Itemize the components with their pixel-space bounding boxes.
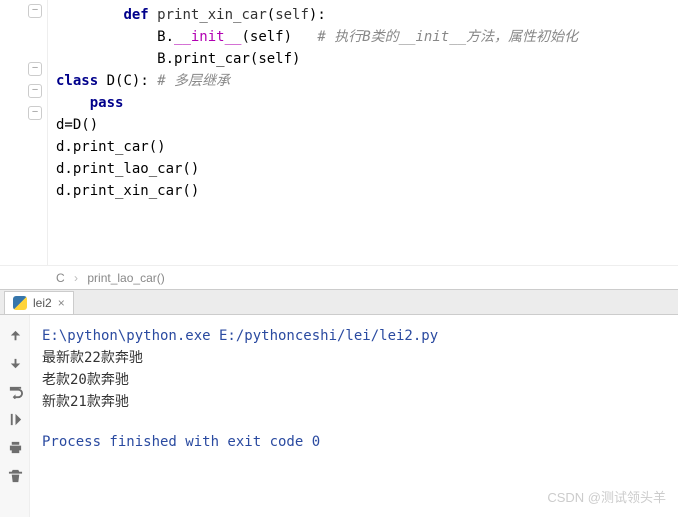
run-tab[interactable]: lei2 ×: [4, 291, 74, 314]
code-editor[interactable]: − − − − def print_xin_car(self): B.__ini…: [0, 0, 678, 265]
fold-collapse-icon[interactable]: −: [28, 62, 42, 76]
chevron-right-icon: ›: [74, 271, 78, 285]
console-panel: E:\python\python.exe E:/pythonceshi/lei/…: [0, 315, 678, 517]
code-line[interactable]: d.print_xin_car(): [48, 180, 678, 202]
soft-wrap-icon[interactable]: [0, 377, 30, 405]
console-output-line: 老款20款奔驰: [42, 369, 666, 391]
python-file-icon: [13, 296, 27, 310]
code-line[interactable]: pass: [48, 92, 678, 114]
console-output[interactable]: E:\python\python.exe E:/pythonceshi/lei/…: [30, 315, 678, 517]
code-area[interactable]: def print_xin_car(self): B.__init__(self…: [48, 0, 678, 265]
console-exit-status: Process finished with exit code 0: [42, 431, 666, 453]
tab-label: lei2: [33, 296, 52, 310]
fold-collapse-icon[interactable]: −: [28, 84, 42, 98]
run-tab-bar: lei2 ×: [0, 289, 678, 315]
down-arrow-icon[interactable]: [0, 349, 30, 377]
console-output-line: 最新款22款奔驰: [42, 347, 666, 369]
code-line[interactable]: B.__init__(self) # 执行B类的__init__方法，属性初始化: [48, 26, 678, 48]
fold-collapse-icon[interactable]: −: [28, 106, 42, 120]
watermark: CSDN @测试领头羊: [547, 487, 666, 509]
code-line[interactable]: def print_xin_car(self):: [48, 4, 678, 26]
trash-icon[interactable]: [0, 461, 30, 489]
console-command: E:\python\python.exe E:/pythonceshi/lei/…: [42, 325, 666, 347]
editor-gutter: − − − −: [0, 0, 48, 265]
console-output-line: 新款21款奔驰: [42, 391, 666, 413]
fold-collapse-icon[interactable]: −: [28, 4, 42, 18]
code-line[interactable]: B.print_car(self): [48, 48, 678, 70]
code-line[interactable]: d.print_lao_car(): [48, 158, 678, 180]
print-icon[interactable]: [0, 433, 30, 461]
console-toolbar: [0, 315, 30, 517]
scroll-to-end-icon[interactable]: [0, 405, 30, 433]
breadcrumb-method[interactable]: print_lao_car(): [87, 271, 164, 285]
code-line[interactable]: class D(C): # 多层继承: [48, 70, 678, 92]
up-arrow-icon[interactable]: [0, 321, 30, 349]
code-line[interactable]: d=D(): [48, 114, 678, 136]
code-line[interactable]: d.print_car(): [48, 136, 678, 158]
breadcrumb-class[interactable]: C: [56, 271, 65, 285]
breadcrumb[interactable]: C › print_lao_car(): [0, 265, 678, 289]
close-icon[interactable]: ×: [58, 296, 65, 310]
